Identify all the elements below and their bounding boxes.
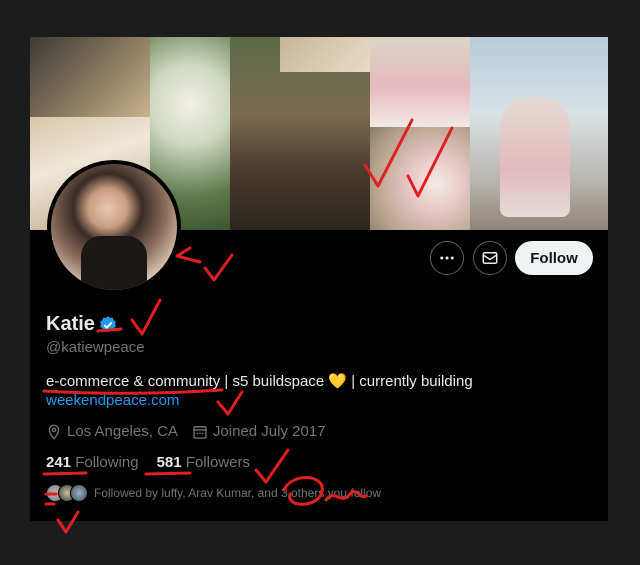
followers-count: 581 — [156, 454, 182, 471]
message-button[interactable] — [473, 241, 507, 275]
joined-text: Joined July 2017 — [212, 423, 326, 440]
following-label: Following — [75, 454, 139, 471]
name-row: Katie — [46, 313, 118, 336]
mutual-avatar — [70, 484, 88, 502]
bio-text: e-commerce & community | s5 buildspace — [46, 373, 329, 390]
avatar[interactable] — [47, 160, 181, 294]
followers-label: Followers — [185, 454, 250, 471]
follow-stats: 241 Following 581 Followers — [46, 454, 268, 471]
following-link[interactable]: 241 Following — [46, 454, 139, 471]
avatar-image — [51, 164, 177, 290]
banner-photo-6 — [370, 37, 470, 127]
banner-photo-5 — [280, 37, 370, 72]
bio: e-commerce & community | s5 buildspace 💛… — [46, 372, 473, 390]
follow-button[interactable]: Follow — [515, 241, 593, 275]
mutual-avatars — [46, 484, 88, 502]
bio-text-tail: | currently building — [347, 373, 473, 390]
joined-item: Joined July 2017 — [192, 423, 326, 440]
banner-photo-1 — [30, 37, 150, 117]
user-handle: @katiewpeace — [46, 339, 145, 356]
location-item: Los Angeles, CA — [46, 423, 178, 440]
banner-photo-9 — [500, 97, 570, 217]
followed-by-text: Followed by luffy, Arav Kumar, and 3 oth… — [94, 486, 382, 500]
followers-link[interactable]: 581 Followers — [157, 454, 250, 471]
mail-icon — [482, 252, 498, 264]
heart-emoji: 💛 — [328, 373, 348, 390]
calendar-icon — [193, 425, 207, 439]
profile-card: Follow Katie @katiewpeace e-commerce & c… — [30, 37, 608, 521]
profile-meta: Los Angeles, CA Joined July 2017 — [46, 423, 340, 440]
verified-badge-icon[interactable] — [98, 315, 118, 335]
more-icon — [440, 256, 454, 260]
website-link[interactable]: weekendpeace.com — [46, 392, 179, 409]
more-button[interactable] — [430, 241, 464, 275]
location-text: Los Angeles, CA — [67, 423, 178, 440]
followed-by-row[interactable]: Followed by luffy, Arav Kumar, and 3 oth… — [46, 484, 381, 502]
location-pin-icon — [48, 424, 60, 440]
banner-photo-7 — [370, 127, 480, 230]
display-name: Katie — [46, 313, 95, 335]
following-count: 241 — [46, 454, 72, 471]
